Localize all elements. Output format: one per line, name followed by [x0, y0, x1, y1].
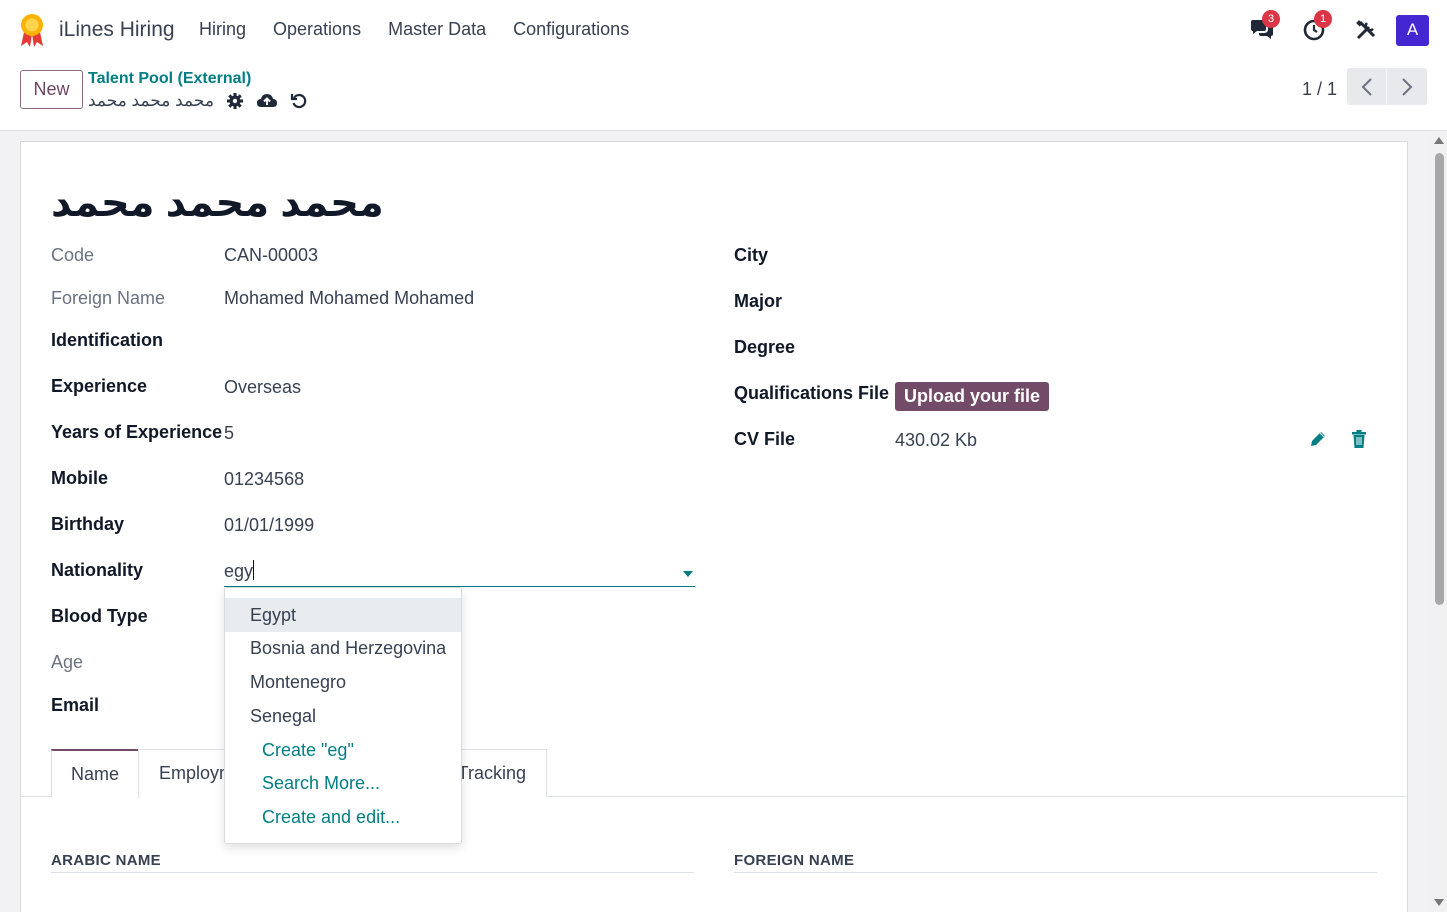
menu-operations[interactable]: Operations: [273, 19, 361, 40]
user-avatar[interactable]: A: [1396, 14, 1429, 46]
experience-field[interactable]: Overseas: [224, 377, 301, 398]
major-label: Major: [734, 291, 783, 311]
gear-icon[interactable]: [224, 90, 246, 112]
identification-label: Identification: [51, 330, 163, 350]
messages-button[interactable]: 3: [1242, 10, 1282, 48]
mobile-label: Mobile: [51, 468, 108, 488]
cv-file-size: 430.02 Kb: [895, 430, 978, 450]
arabic-name-divider: [51, 872, 694, 873]
new-button[interactable]: New: [20, 70, 83, 109]
cloud-save-icon[interactable]: [256, 90, 278, 112]
foreign-name-value: Mohamed Mohamed Mohamed: [224, 288, 475, 308]
dropdown-option-senegal[interactable]: Senegal: [225, 699, 461, 733]
app-logo-icon[interactable]: [18, 12, 46, 48]
vertical-scrollbar[interactable]: [1431, 131, 1447, 912]
navbar-systray: 3 1 A: [1230, 10, 1429, 48]
pager-buttons: [1347, 68, 1427, 105]
years-experience-label: Years of Experience: [51, 422, 223, 442]
birthday-label: Birthday: [51, 514, 125, 534]
experience-label: Experience: [51, 376, 148, 396]
record-title[interactable]: محمد محمد محمد: [51, 180, 384, 226]
age-label: Age: [51, 652, 84, 672]
upload-file-button[interactable]: Upload your file: [895, 382, 1049, 411]
app-name[interactable]: iLines Hiring: [59, 18, 175, 42]
breadcrumb-record-name: محمد محمد محمد: [88, 91, 214, 110]
nationality-input[interactable]: egy: [224, 560, 695, 587]
qualifications-file-label: Qualifications File: [734, 383, 890, 403]
years-experience-field[interactable]: 5: [224, 423, 234, 444]
tab-name[interactable]: Name: [51, 749, 139, 798]
dropdown-option-bosnia[interactable]: Bosnia and Herzegovina: [225, 631, 461, 665]
city-label: City: [734, 245, 769, 265]
discard-changes-icon[interactable]: [288, 90, 310, 112]
menu-configurations[interactable]: Configurations: [513, 19, 629, 40]
dropdown-search-more-action[interactable]: Search More...: [225, 766, 461, 800]
trash-icon[interactable]: [1351, 430, 1367, 448]
main-menu: Hiring Operations Master Data Configurat…: [199, 19, 629, 40]
messages-badge: 3: [1262, 10, 1280, 28]
caret-down-icon[interactable]: [683, 571, 693, 577]
pager-previous-button[interactable]: [1347, 68, 1387, 105]
dropdown-create-action[interactable]: Create "eg": [225, 733, 461, 767]
birthday-field[interactable]: 01/01/1999: [224, 515, 314, 536]
pencil-icon[interactable]: [1309, 430, 1327, 448]
foreign-name-label: Foreign Name: [51, 288, 166, 308]
foreign-name-divider: [734, 872, 1377, 873]
mobile-field[interactable]: 01234568: [224, 469, 304, 490]
nationality-input-text: egy: [224, 561, 254, 581]
tools-button[interactable]: [1346, 12, 1386, 48]
nationality-label: Nationality: [51, 560, 144, 580]
control-panel: New Talent Pool (External) محمد محمد محم…: [0, 60, 1447, 131]
scroll-up-arrow-icon[interactable]: [1434, 137, 1444, 144]
tools-icon: [1356, 20, 1376, 40]
dropdown-option-egypt[interactable]: Egypt: [225, 598, 461, 632]
menu-hiring[interactable]: Hiring: [199, 19, 246, 40]
top-navbar: iLines Hiring Hiring Operations Master D…: [0, 0, 1447, 60]
text-cursor: [253, 560, 255, 580]
activities-badge: 1: [1314, 10, 1332, 28]
breadcrumb-current: محمد محمد محمد: [88, 90, 310, 112]
cv-file-label: CV File: [734, 429, 796, 449]
foreign-name-section-title: FOREIGN NAME: [734, 852, 855, 869]
pager-next-button[interactable]: [1387, 68, 1427, 105]
scroll-down-arrow-icon[interactable]: [1434, 899, 1444, 906]
pager-value[interactable]: 1 / 1: [1302, 79, 1337, 100]
scrollbar-thumb[interactable]: [1435, 153, 1444, 605]
menu-master-data[interactable]: Master Data: [388, 19, 486, 40]
arabic-name-section-title: ARABIC NAME: [51, 852, 161, 869]
activities-button[interactable]: 1: [1294, 10, 1334, 48]
chevron-right-icon: [1402, 77, 1413, 96]
email-label: Email: [51, 695, 100, 715]
code-value: CAN-00003: [224, 245, 319, 265]
code-label: Code: [51, 245, 95, 265]
blood-type-label: Blood Type: [51, 606, 148, 626]
dropdown-option-montenegro[interactable]: Montenegro: [225, 665, 461, 699]
chevron-left-icon: [1361, 77, 1372, 96]
nationality-autocomplete-dropdown: Egypt Bosnia and Herzegovina Montenegro …: [224, 587, 462, 844]
degree-label: Degree: [734, 337, 796, 357]
breadcrumb-parent[interactable]: Talent Pool (External): [88, 70, 251, 88]
dropdown-create-edit-action[interactable]: Create and edit...: [225, 800, 461, 834]
